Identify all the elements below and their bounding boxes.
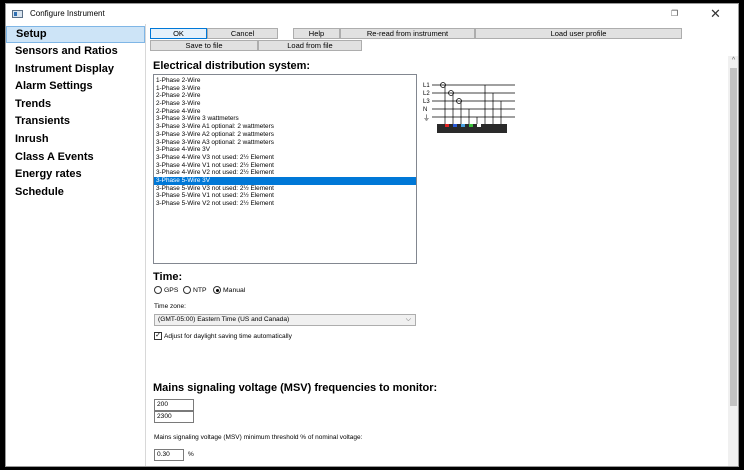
configure-instrument-window: Configure Instrument ❐ ✕ Setup Sensors a… — [5, 3, 739, 467]
window-title: Configure Instrument — [30, 9, 105, 18]
sidebar-item-alarm-settings[interactable]: Alarm Settings — [6, 78, 145, 96]
wiring-diagram-icon: L1 L2 L3 N ⏚ — [423, 82, 515, 133]
msv-threshold-input[interactable]: 0.30 — [154, 449, 184, 461]
save-to-file-button[interactable]: Save to file — [150, 40, 258, 51]
dst-checkbox[interactable]: ✓ — [154, 332, 162, 340]
restore-icon[interactable]: ❐ — [671, 9, 678, 18]
time-zone-label: Time zone: — [154, 303, 186, 310]
time-zone-select[interactable]: (GMT-05:00) Eastern Time (US and Canada)… — [154, 314, 416, 326]
list-item[interactable]: 3-Phase 4-Wire V1 not used: 2½ Element — [154, 162, 416, 170]
list-item[interactable]: 3-Phase 4-Wire 3V — [154, 146, 416, 154]
sidebar-item-class-a-events[interactable]: Class A Events — [6, 149, 145, 167]
list-item[interactable]: 3-Phase 3-Wire A2 optional: 2 wattmeters — [154, 131, 416, 139]
distribution-title: Electrical distribution system: — [153, 60, 311, 72]
ok-button[interactable]: OK — [150, 28, 207, 39]
distribution-listbox[interactable]: 1-Phase 2-Wire 1-Phase 3-Wire 2-Phase 2-… — [153, 74, 417, 264]
list-item[interactable]: 3-Phase 4-Wire V2 not used: 2½ Element — [154, 169, 416, 177]
msv-frequency-2-input[interactable]: 2300 — [154, 411, 194, 423]
sidebar-item-inrush[interactable]: Inrush — [6, 131, 145, 149]
list-item[interactable]: 2-Phase 3-Wire — [154, 100, 416, 108]
dst-checkbox-row[interactable]: ✓ Adjust for daylight saving time automat… — [154, 332, 292, 340]
manual-radio[interactable]: Manual — [213, 286, 245, 294]
app-icon — [12, 10, 23, 18]
scroll-up-icon[interactable]: ^ — [729, 57, 738, 66]
list-item[interactable]: 3-Phase 3-Wire A3 optional: 2 wattmeters — [154, 139, 416, 147]
sidebar-item-trends[interactable]: Trends — [6, 96, 145, 114]
vertical-scrollbar[interactable]: ^ — [728, 56, 738, 466]
msv-threshold-unit: % — [188, 451, 194, 458]
diagram-label-n: N — [423, 107, 427, 113]
ntp-radio[interactable]: NTP — [183, 286, 207, 294]
list-item[interactable]: 3-Phase 5-Wire V3 not used: 2½ Element — [154, 185, 416, 193]
msv-threshold-label: Mains signaling voltage (MSV) minimum th… — [154, 434, 363, 441]
sidebar: Setup Sensors and Ratios Instrument Disp… — [6, 24, 146, 466]
list-item-selected[interactable]: 3-Phase 5-Wire 3V — [154, 176, 416, 185]
reread-instrument-button[interactable]: Re-read from instrument — [340, 28, 475, 39]
diagram-ground-icon: ⏚ — [423, 114, 430, 122]
list-item[interactable]: 3-Phase 3-Wire A1 optional: 2 wattmeters — [154, 123, 416, 131]
msv-title: Mains signaling voltage (MSV) frequencie… — [153, 382, 438, 394]
load-from-file-button[interactable]: Load from file — [258, 40, 362, 51]
list-item[interactable]: 1-Phase 2-Wire — [154, 77, 416, 85]
chevron-down-icon: ⌵ — [405, 316, 411, 323]
sidebar-item-instrument-display[interactable]: Instrument Display — [6, 61, 145, 79]
list-item[interactable]: 3-Phase 3-Wire 3 wattmeters — [154, 115, 416, 123]
time-title: Time: — [153, 271, 183, 283]
load-user-profile-button[interactable]: Load user profile — [475, 28, 682, 39]
cancel-button[interactable]: Cancel — [207, 28, 278, 39]
diagram-label-l3: L3 — [423, 99, 430, 105]
list-item[interactable]: 2-Phase 4-Wire — [154, 108, 416, 116]
help-button[interactable]: Help — [293, 28, 340, 39]
gps-radio[interactable]: GPS — [154, 286, 178, 294]
toolbar: OK Cancel Help Re-read from instrument L… — [147, 26, 687, 52]
close-icon[interactable]: ✕ — [710, 6, 721, 22]
sidebar-item-setup[interactable]: Setup — [6, 26, 145, 43]
list-item[interactable]: 2-Phase 2-Wire — [154, 92, 416, 100]
list-item[interactable]: 3-Phase 5-Wire V2 not used: 2½ Element — [154, 200, 416, 208]
list-item[interactable]: 3-Phase 4-Wire V3 not used: 2½ Element — [154, 154, 416, 162]
list-item[interactable]: 3-Phase 5-Wire V1 not used: 2½ Element — [154, 192, 416, 200]
setup-content: Electrical distribution system: 1-Phase … — [148, 56, 724, 466]
list-item[interactable]: 1-Phase 3-Wire — [154, 85, 416, 93]
diagram-label-l2: L2 — [423, 91, 430, 97]
diagram-label-l1: L1 — [423, 83, 430, 89]
scroll-thumb[interactable] — [730, 68, 737, 406]
sidebar-item-energy-rates[interactable]: Energy rates — [6, 166, 145, 184]
msv-frequency-1-input[interactable]: 200 — [154, 399, 194, 411]
title-bar: Configure Instrument ❐ ✕ — [6, 4, 738, 24]
dst-label: Adjust for daylight saving time automati… — [164, 332, 292, 340]
sidebar-item-sensors-and-ratios[interactable]: Sensors and Ratios — [6, 43, 145, 61]
sidebar-item-transients[interactable]: Transients — [6, 113, 145, 131]
sidebar-item-schedule[interactable]: Schedule — [6, 184, 145, 202]
